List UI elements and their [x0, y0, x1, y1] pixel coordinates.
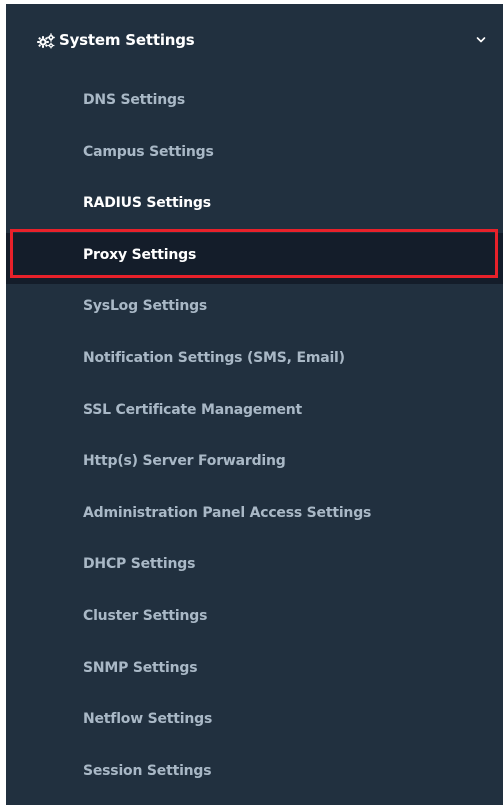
settings-menu: DNS Settings Campus Settings RADIUS Sett…: [6, 78, 503, 800]
menu-item-label: Session Settings: [83, 762, 212, 779]
menu-item-proxy-settings[interactable]: Proxy Settings: [6, 232, 503, 285]
sidebar: System Settings DNS Settings Campus Sett…: [6, 4, 503, 805]
menu-item-label: Administration Panel Access Settings: [83, 504, 372, 521]
menu-item-label: Notification Settings (SMS, Email): [83, 349, 345, 366]
menu-item-label: Campus Settings: [83, 143, 214, 160]
menu-item-label: Cluster Settings: [83, 607, 208, 624]
menu-item-label: SNMP Settings: [83, 659, 198, 676]
menu-item-label: RADIUS Settings: [83, 195, 211, 212]
menu-item-notification-settings[interactable]: Notification Settings (SMS, Email): [6, 336, 503, 388]
menu-item-netflow-settings[interactable]: Netflow Settings: [6, 697, 503, 749]
menu-item-label: DHCP Settings: [83, 556, 196, 573]
menu-item-label: Http(s) Server Forwarding: [83, 453, 286, 470]
menu-item-dns-settings[interactable]: DNS Settings: [6, 78, 503, 130]
menu-item-ssl-certificate-management[interactable]: SSL Certificate Management: [6, 388, 503, 440]
menu-item-admin-panel-access-settings[interactable]: Administration Panel Access Settings: [6, 491, 503, 543]
menu-item-label: DNS Settings: [83, 92, 185, 108]
menu-item-label: Proxy Settings: [83, 246, 197, 263]
menu-item-cluster-settings[interactable]: Cluster Settings: [6, 594, 503, 646]
menu-item-label: Netflow Settings: [83, 711, 213, 728]
gears-icon: [37, 33, 55, 49]
section-title: System Settings: [59, 31, 195, 49]
menu-item-syslog-settings[interactable]: SysLog Settings: [6, 284, 503, 336]
menu-item-radius-settings[interactable]: RADIUS Settings: [6, 181, 503, 233]
menu-item-session-settings[interactable]: Session Settings: [6, 749, 503, 801]
menu-item-label: SysLog Settings: [83, 298, 208, 315]
menu-item-campus-settings[interactable]: Campus Settings: [6, 130, 503, 182]
chevron-down-icon[interactable]: [475, 34, 487, 46]
system-settings-header[interactable]: System Settings: [6, 22, 503, 62]
menu-item-https-server-forwarding[interactable]: Http(s) Server Forwarding: [6, 439, 503, 491]
menu-item-snmp-settings[interactable]: SNMP Settings: [6, 646, 503, 698]
menu-item-dhcp-settings[interactable]: DHCP Settings: [6, 542, 503, 594]
menu-item-label: SSL Certificate Management: [83, 401, 303, 418]
